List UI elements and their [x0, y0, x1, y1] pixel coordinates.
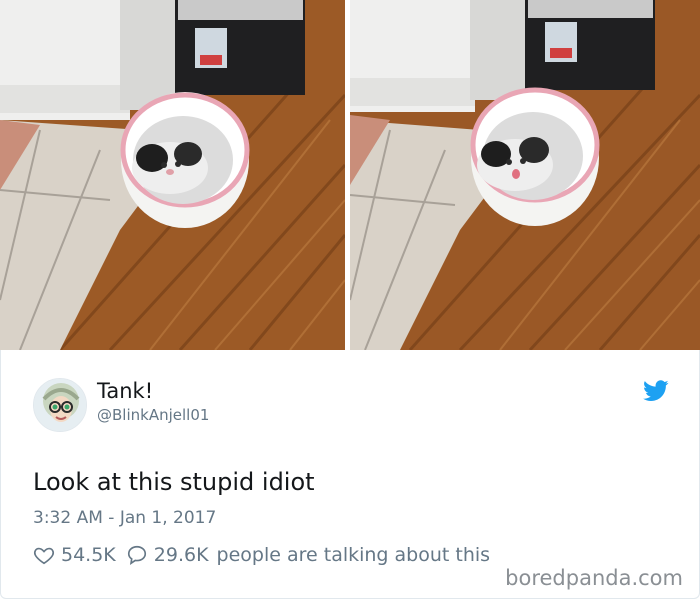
- photo-cat-in-bin-2[interactable]: [350, 0, 700, 350]
- tweet-timestamp[interactable]: 3:32 AM - Jan 1, 2017: [33, 508, 216, 528]
- user-handle[interactable]: @BlinkAnjell01: [97, 406, 209, 424]
- twitter-bird-icon[interactable]: [643, 380, 669, 402]
- photo-image-2: [350, 0, 700, 350]
- watermark: boredpanda.com: [505, 566, 683, 590]
- talking-about-link[interactable]: people are talking about this: [217, 544, 491, 566]
- speech-bubble-icon: [127, 545, 146, 565]
- like-count: 54.5K: [61, 544, 116, 566]
- display-name[interactable]: Tank!: [97, 379, 153, 403]
- avatar-image: [34, 379, 86, 431]
- tweet-card: Tank! @BlinkAnjell01 Look at this stupid…: [0, 350, 700, 599]
- like-button[interactable]: 54.5K: [33, 544, 126, 566]
- reply-count: 29.6K: [153, 544, 209, 566]
- tweet-stats: 54.5K 29.6K people are talking about thi…: [33, 540, 490, 570]
- tweet-text: Look at this stupid idiot: [33, 468, 315, 496]
- photo-grid: [0, 0, 700, 350]
- reply-button[interactable]: 29.6K: [126, 544, 217, 566]
- heart-icon: [33, 547, 55, 565]
- photo-cat-in-bin-1[interactable]: [0, 0, 345, 350]
- photo-image-1: [0, 0, 345, 350]
- avatar[interactable]: [33, 378, 87, 432]
